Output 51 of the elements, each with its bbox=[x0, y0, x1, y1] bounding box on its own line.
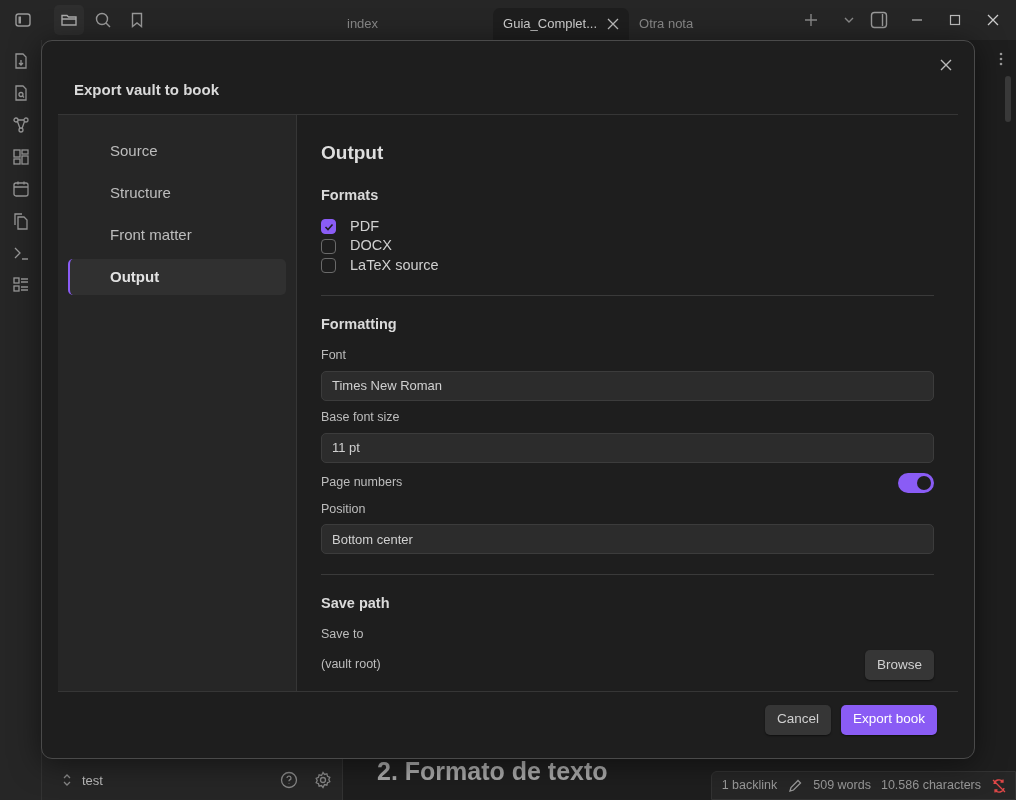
copy-icon[interactable] bbox=[11, 212, 30, 230]
graph-icon[interactable] bbox=[11, 116, 30, 134]
toggle-switch[interactable] bbox=[898, 472, 934, 493]
group-heading: Save path bbox=[321, 594, 391, 614]
text-field[interactable]: Times New Roman bbox=[321, 370, 934, 401]
check-icon bbox=[323, 221, 334, 232]
text-field[interactable]: 11 pt bbox=[321, 432, 934, 463]
settings-icon[interactable] bbox=[314, 771, 332, 790]
section-title: Output bbox=[321, 140, 385, 165]
grid-icon[interactable] bbox=[11, 148, 30, 166]
tab[interactable]: index bbox=[337, 8, 389, 40]
nav-item[interactable]: Source bbox=[68, 132, 286, 169]
close-icon[interactable] bbox=[939, 58, 953, 72]
field-label: Font bbox=[321, 347, 347, 364]
checkbox[interactable] bbox=[321, 238, 336, 254]
word-count: 509 words bbox=[813, 777, 871, 795]
pencil-icon[interactable] bbox=[787, 777, 804, 794]
more-options-icon[interactable] bbox=[999, 52, 1003, 66]
field-label: Save to bbox=[321, 626, 365, 643]
text-field[interactable]: Bottom center bbox=[321, 524, 934, 555]
character-count: 10.586 characters bbox=[880, 777, 981, 795]
group-heading: Formats bbox=[321, 186, 380, 205]
field-label: Base font size bbox=[321, 408, 401, 426]
group-heading: Formatting bbox=[321, 315, 398, 335]
export-button[interactable]: Export book bbox=[840, 704, 937, 735]
folder-icon[interactable] bbox=[54, 5, 84, 35]
cancel-button[interactable]: Cancel bbox=[764, 704, 831, 735]
option-label: PDF bbox=[350, 216, 379, 236]
nav-item[interactable]: Output bbox=[68, 258, 286, 295]
sync-off-icon[interactable] bbox=[991, 777, 1007, 794]
checkbox[interactable] bbox=[321, 258, 336, 273]
field-label: Page numbers bbox=[321, 474, 403, 492]
calendar-icon[interactable] bbox=[11, 180, 30, 198]
nav-item[interactable]: Front matter bbox=[68, 216, 286, 253]
path-value: (vault root) bbox=[321, 656, 381, 674]
nav-item[interactable]: Structure bbox=[68, 174, 286, 211]
scrollbar[interactable] bbox=[1005, 76, 1011, 122]
backlink-count[interactable]: 1 backlink bbox=[721, 776, 778, 795]
tab[interactable]: Guia_Complet... bbox=[493, 8, 629, 40]
option-label: LaTeX source bbox=[350, 255, 439, 275]
vault-name[interactable]: test bbox=[82, 770, 103, 790]
dialog-title: Export vault to book bbox=[73, 80, 219, 100]
help-icon[interactable] bbox=[280, 771, 298, 790]
browse-button[interactable]: Browse bbox=[865, 649, 934, 680]
option-label: DOCX bbox=[350, 236, 392, 256]
close-tab-icon[interactable] bbox=[607, 18, 619, 30]
tab[interactable]: Otra nota bbox=[629, 8, 704, 40]
field-label: Position bbox=[321, 500, 367, 518]
note-heading: 2. Formato de texto bbox=[377, 755, 608, 787]
checklist-icon[interactable] bbox=[11, 276, 30, 294]
checkbox[interactable] bbox=[321, 219, 336, 234]
